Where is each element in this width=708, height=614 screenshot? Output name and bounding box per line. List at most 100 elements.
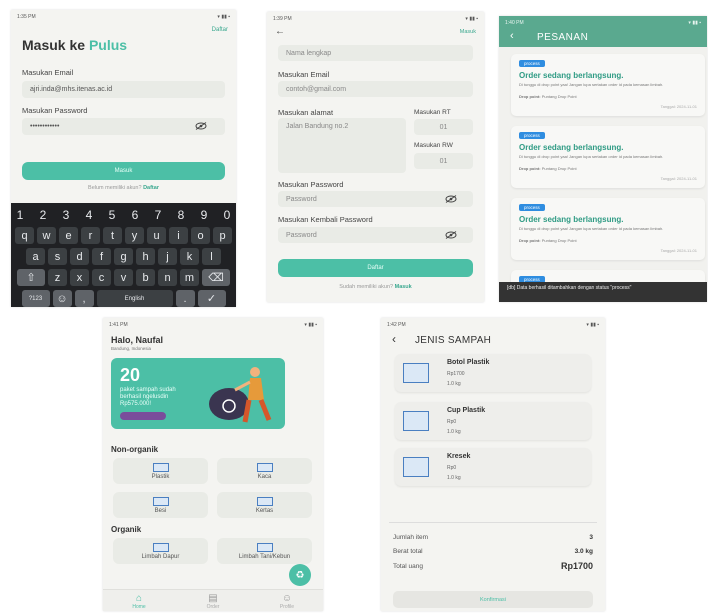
key[interactable]: o [191, 227, 210, 244]
category-kaca[interactable]: Kaca [217, 458, 312, 484]
order-card[interactable]: process Order sedang berlangsung. Di tun… [511, 198, 705, 260]
password2-field[interactable]: Password [278, 227, 473, 243]
order-title: Order sedang berlangsung. [519, 215, 624, 224]
key[interactable]: k [180, 248, 199, 265]
eye-off-icon[interactable] [195, 122, 207, 130]
key[interactable]: b [136, 269, 155, 286]
item-price: Rp0 [447, 465, 457, 471]
status-badge: process [519, 204, 545, 211]
key[interactable]: d [70, 248, 89, 265]
waste-item-card[interactable]: Botol Plastik Rp1700 1.0 kg [395, 354, 591, 392]
key[interactable]: u [147, 227, 166, 244]
confirm-button[interactable]: Konfirmasi [393, 591, 593, 608]
register-link[interactable]: Daftar [212, 27, 228, 33]
key[interactable]: a [26, 248, 45, 265]
key[interactable]: 1 [11, 207, 30, 223]
rw-label: Masukan RW [414, 142, 453, 149]
key[interactable]: v [114, 269, 133, 286]
order-title: Order sedang berlangsung. [519, 71, 624, 80]
nav-profile[interactable]: ☺ Profile [267, 594, 307, 611]
symbols-key[interactable]: ?123 [21, 290, 50, 307]
space-key[interactable]: English [96, 290, 173, 307]
category-plastik[interactable]: Plastik [113, 458, 208, 484]
key[interactable]: 9 [194, 207, 214, 223]
kb-row-3: ⇧ z x c v b n m ⌫ [14, 269, 233, 286]
status-bar: 1:41 PM ▾ ▮▮ ▪ [103, 318, 323, 332]
key[interactable]: e [59, 227, 78, 244]
login-button[interactable]: Masuk [22, 162, 225, 180]
key[interactable]: s [48, 248, 67, 265]
key[interactable]: j [158, 248, 177, 265]
key[interactable]: 4 [79, 207, 99, 223]
backspace-key[interactable]: ⌫ [202, 269, 230, 286]
register-button[interactable]: Daftar [278, 259, 473, 277]
key[interactable]: g [114, 248, 133, 265]
key[interactable]: m [180, 269, 199, 286]
waste-item-card[interactable]: Kresek Rp0 1.0 kg [395, 448, 591, 486]
status-icons: ▾ ▮▮ ▪ [304, 322, 317, 328]
banner-pill [120, 412, 166, 420]
password-field[interactable]: Password [278, 191, 473, 207]
eye-off-icon[interactable] [445, 231, 457, 239]
waste-item-card[interactable]: Cup Plastik Rp0 1.0 kg [395, 402, 591, 440]
key[interactable]: q [15, 227, 34, 244]
status-icons: ▾ ▮▮ ▪ [586, 322, 599, 328]
image-icon [152, 542, 169, 552]
key[interactable]: p [213, 227, 232, 244]
orders-screen: 1:40 PM ▾ ▮▮ ▪ ‹ PESANAN process Order s… [499, 16, 707, 302]
key[interactable]: 2 [33, 207, 53, 223]
period-key[interactable]: . [175, 290, 195, 307]
key[interactable]: 7 [148, 207, 168, 223]
page-title: PESANAN [537, 32, 589, 43]
shift-key[interactable]: ⇧ [17, 269, 45, 286]
category-limbah-dapur[interactable]: Limbah Dapur [113, 538, 208, 564]
rw-field[interactable]: 01 [414, 153, 473, 169]
category-limbah-tani[interactable]: Limbah Tani/Kebun [217, 538, 312, 564]
rt-field[interactable]: 01 [414, 119, 473, 135]
email-field[interactable]: contoh@gmail.com [278, 81, 473, 97]
key[interactable]: w [37, 227, 56, 244]
key[interactable]: y [125, 227, 144, 244]
key[interactable]: n [158, 269, 177, 286]
item-price: Rp0 [447, 419, 457, 425]
register-link-bottom[interactable]: Daftar [143, 185, 159, 191]
key[interactable]: r [81, 227, 100, 244]
back-icon[interactable]: ‹ [510, 30, 514, 42]
nav-order[interactable]: ▤ Order [193, 594, 233, 611]
key[interactable]: 5 [102, 207, 122, 223]
key[interactable]: c [92, 269, 111, 286]
key[interactable]: t [103, 227, 122, 244]
recycle-icon: ♻ [295, 569, 305, 581]
enter-key[interactable]: ✓ [197, 290, 226, 307]
comma-key[interactable]: , [74, 290, 94, 307]
category-label: Plastik [151, 473, 170, 480]
order-card[interactable]: process Order sedang berlangsung. Di tun… [511, 54, 705, 116]
name-field[interactable]: Nama lengkap [278, 45, 473, 61]
key[interactable]: 8 [171, 207, 191, 223]
key[interactable]: h [136, 248, 155, 265]
eye-off-icon[interactable] [445, 195, 457, 203]
order-drop-point: Drop point: Puntang Drop Point [519, 238, 577, 243]
recycle-fab[interactable]: ♻ [289, 564, 311, 586]
key[interactable]: x [70, 269, 89, 286]
back-icon[interactable]: ‹ [392, 332, 396, 346]
key[interactable]: 6 [125, 207, 145, 223]
email-field[interactable]: ajri.inda@mhs.itenas.ac.id [22, 81, 225, 98]
login-link[interactable]: Masuk [460, 29, 476, 35]
key[interactable]: f [92, 248, 111, 265]
summary-divider [389, 522, 597, 523]
category-kertas[interactable]: Kertas [217, 492, 312, 518]
address-field[interactable]: Jalan Bandung no.2 [278, 118, 406, 173]
key[interactable]: i [169, 227, 188, 244]
login-link-bottom[interactable]: Masuk [395, 284, 412, 290]
arrow-left-icon[interactable]: ← [275, 26, 285, 37]
key[interactable]: l [202, 248, 221, 265]
order-card[interactable]: process Order sedang berlangsung. Di tun… [511, 126, 705, 188]
emoji-key[interactable]: ☺ [52, 290, 72, 307]
key[interactable]: z [48, 269, 67, 286]
category-besi[interactable]: Besi [113, 492, 208, 518]
order-date: Tanggal: 2024-11-01 [660, 104, 697, 109]
key[interactable]: 0 [217, 207, 236, 223]
key[interactable]: 3 [56, 207, 76, 223]
nav-home[interactable]: ⌂ Home [119, 594, 159, 611]
